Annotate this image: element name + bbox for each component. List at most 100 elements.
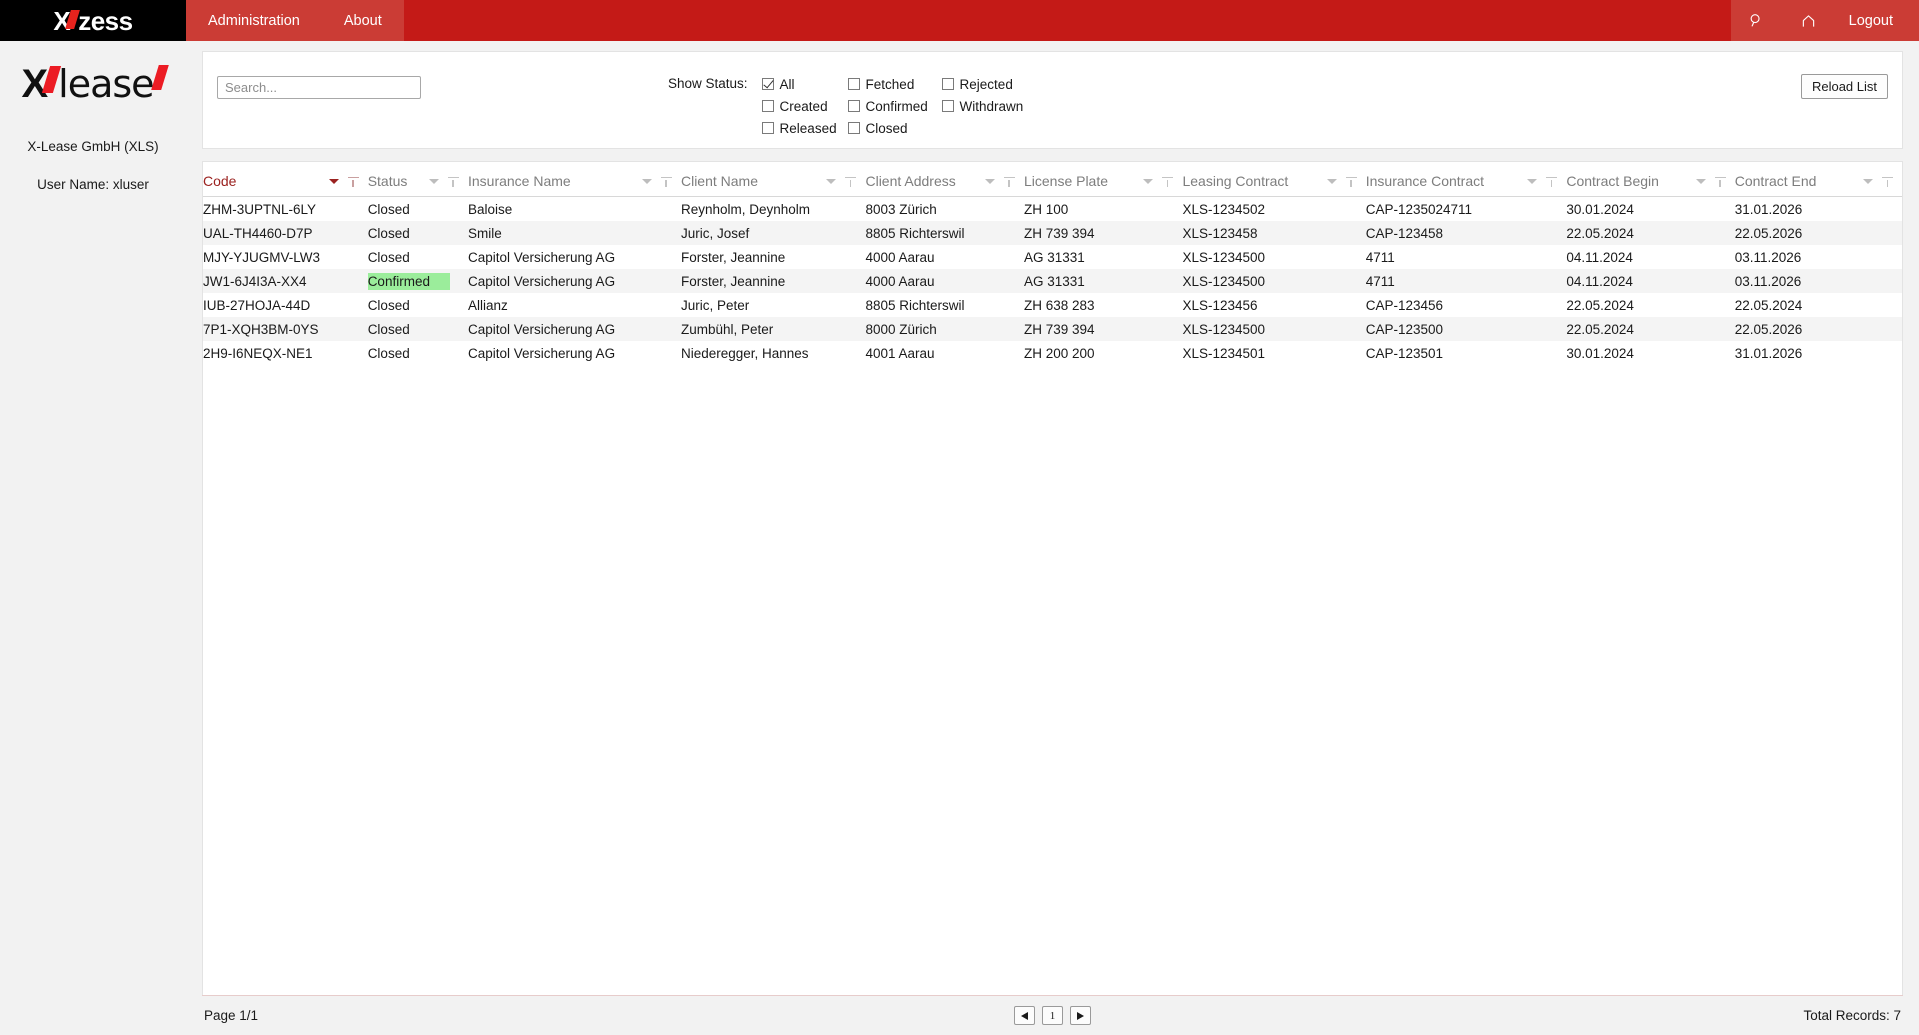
- status-badge: Closed: [367, 322, 410, 337]
- table-header: Code Status Insurance Name Client Name C…: [203, 162, 1902, 197]
- cell-contract-end: 03.11.2026: [1734, 274, 1802, 289]
- cell-license-plate: ZH 739 394: [1023, 322, 1095, 337]
- checkbox-row-closed[interactable]: Closed: [847, 117, 942, 139]
- prev-page-button[interactable]: [1014, 1006, 1035, 1025]
- checkbox-released-box[interactable]: [761, 122, 774, 134]
- sort-caret-icon-contract-begin[interactable]: [1695, 178, 1706, 184]
- filter-icon-contract-begin[interactable]: [1714, 176, 1726, 187]
- sort-caret-icon-contract-end[interactable]: [1863, 178, 1873, 184]
- logout-button[interactable]: Logout: [1835, 0, 1919, 41]
- col-header-code[interactable]: Code: [203, 162, 368, 197]
- cell-client-name: Juric, Josef: [680, 226, 750, 241]
- checkbox-fetched-box[interactable]: [847, 78, 860, 90]
- sort-caret-icon-code[interactable]: [328, 178, 339, 184]
- table-row[interactable]: MJY-YJUGMV-LW3 Closed Capitol Versicheru…: [203, 245, 1902, 269]
- xlease-logo-x: X: [21, 62, 48, 106]
- app-logo[interactable]: Xz ess: [0, 0, 186, 41]
- col-header-client-address[interactable]: Client Address: [865, 162, 1024, 197]
- col-header-contract-end[interactable]: Contract End: [1734, 162, 1902, 197]
- cell-status: Closed: [368, 221, 468, 245]
- checkbox-released-label[interactable]: Released: [780, 121, 837, 136]
- filter-icon-contract-end[interactable]: [1882, 176, 1893, 187]
- cell-client-name: Juric, Peter: [680, 298, 750, 313]
- col-header-insurance-name[interactable]: Insurance Name: [467, 162, 681, 197]
- table-row[interactable]: ZHM-3UPTNL-6LY Closed Baloise Reynholm, …: [203, 196, 1902, 221]
- cell-contract-begin: 22.05.2024: [1566, 298, 1634, 313]
- next-page-icon: [1077, 1011, 1084, 1020]
- search-button[interactable]: [1731, 0, 1783, 41]
- table-row[interactable]: UAL-TH4460-D7P Closed Smile Juric, Josef…: [203, 221, 1902, 245]
- cell-client-address: 8003 Zürich: [865, 202, 937, 217]
- checkbox-row-withdrawn[interactable]: Withdrawn: [941, 95, 1024, 117]
- sort-caret-icon-status[interactable]: [428, 178, 439, 184]
- checkbox-created-box[interactable]: [761, 100, 774, 112]
- checkbox-confirmed-label[interactable]: Confirmed: [866, 99, 928, 114]
- filter-icon-insurance-name[interactable]: [660, 176, 672, 187]
- home-icon: [1802, 14, 1815, 27]
- checkbox-rejected-box[interactable]: [941, 78, 954, 90]
- checkbox-row-all[interactable]: All: [761, 73, 848, 95]
- cell-contract-begin: 22.05.2024: [1566, 226, 1634, 241]
- home-button[interactable]: [1783, 0, 1835, 41]
- sort-caret-icon-insurance-name[interactable]: [641, 178, 652, 184]
- status-checkbox-grid: All Fetched Rejected Created Confirmed W…: [761, 73, 1024, 139]
- col-header-contract-begin[interactable]: Contract Begin: [1566, 162, 1735, 197]
- col-header-license-plate[interactable]: License Plate: [1023, 162, 1183, 197]
- cell-leasing-contract: XLS-1234500: [1182, 274, 1266, 289]
- filter-icon-code[interactable]: [347, 176, 359, 187]
- checkbox-all-label[interactable]: All: [780, 77, 795, 92]
- search-input[interactable]: [217, 76, 421, 99]
- checkbox-withdrawn-label[interactable]: Withdrawn: [960, 99, 1024, 114]
- table-row[interactable]: 2H9-I6NEQX-NE1 Closed Capitol Versicheru…: [203, 341, 1902, 365]
- filter-icon-insurance-contract[interactable]: [1546, 176, 1558, 187]
- col-header-status[interactable]: Status: [367, 162, 468, 197]
- next-page-button[interactable]: [1070, 1006, 1091, 1025]
- checkbox-row-confirmed[interactable]: Confirmed: [847, 95, 942, 117]
- show-status-label: Show Status:: [668, 76, 748, 91]
- checkbox-created-label[interactable]: Created: [780, 99, 828, 114]
- table-row[interactable]: 7P1-XQH3BM-0YS Closed Capitol Versicheru…: [203, 317, 1902, 341]
- checkbox-confirmed-box[interactable]: [847, 100, 860, 112]
- cell-status: Closed: [368, 341, 468, 365]
- cell-insurance-contract: 4711: [1365, 250, 1395, 265]
- cell-status: Closed: [368, 293, 468, 317]
- filter-icon-client-name[interactable]: [845, 176, 857, 187]
- filter-icon-client-address[interactable]: [1003, 176, 1015, 187]
- sort-caret-icon-license-plate[interactable]: [1143, 178, 1154, 184]
- cell-client-address: 4000 Aarau: [865, 250, 935, 265]
- col-header-client-name[interactable]: Client Name: [680, 162, 866, 197]
- user-name: User Name: xluser: [37, 177, 149, 192]
- nav-item-administration[interactable]: Administration: [186, 0, 322, 41]
- sort-caret-icon-leasing-contract[interactable]: [1326, 178, 1337, 184]
- sort-caret-icon-client-name[interactable]: [826, 178, 837, 184]
- logo-suffix: ess: [90, 5, 133, 36]
- checkbox-fetched-label[interactable]: Fetched: [866, 77, 915, 92]
- page-number-button[interactable]: 1: [1042, 1006, 1063, 1025]
- checkbox-withdrawn-box[interactable]: [941, 100, 954, 112]
- col-header-insurance-contract[interactable]: Insurance Contract: [1365, 162, 1567, 197]
- filter-icon-license-plate[interactable]: [1162, 176, 1174, 187]
- cell-license-plate: ZH 100: [1023, 202, 1069, 217]
- filter-icon-status[interactable]: [447, 176, 459, 187]
- nav-item-about[interactable]: About: [322, 0, 404, 41]
- col-header-leasing-contract[interactable]: Leasing Contract: [1182, 162, 1366, 197]
- checkbox-row-released[interactable]: Released: [761, 117, 848, 139]
- sort-caret-icon-client-address[interactable]: [984, 178, 995, 184]
- checkbox-all-box[interactable]: [761, 78, 774, 90]
- checkbox-row-fetched[interactable]: Fetched: [847, 73, 942, 95]
- cell-insurance-name: Allianz: [467, 298, 508, 313]
- records-table-panel: Code Status Insurance Name Client Name C…: [202, 161, 1903, 1003]
- table-row[interactable]: IUB-27HOJA-44D Closed Allianz Juric, Pet…: [203, 293, 1902, 317]
- checkbox-closed-label[interactable]: Closed: [866, 121, 908, 136]
- checkbox-closed-box[interactable]: [847, 122, 860, 134]
- table-row[interactable]: JW1-6J4I3A-XX4 Confirmed Capitol Versich…: [203, 269, 1902, 293]
- checkbox-row-created[interactable]: Created: [761, 95, 848, 117]
- logout-label: Logout: [1848, 12, 1893, 29]
- cell-code: ZHM-3UPTNL-6LY: [203, 202, 317, 217]
- checkbox-row-rejected[interactable]: Rejected: [941, 73, 1024, 95]
- total-records: Total Records: 7: [1803, 1008, 1901, 1023]
- filter-icon-leasing-contract[interactable]: [1345, 176, 1357, 187]
- checkbox-rejected-label[interactable]: Rejected: [960, 77, 1013, 92]
- reload-list-button[interactable]: Reload List: [1800, 74, 1888, 99]
- sort-caret-icon-insurance-contract[interactable]: [1527, 178, 1538, 184]
